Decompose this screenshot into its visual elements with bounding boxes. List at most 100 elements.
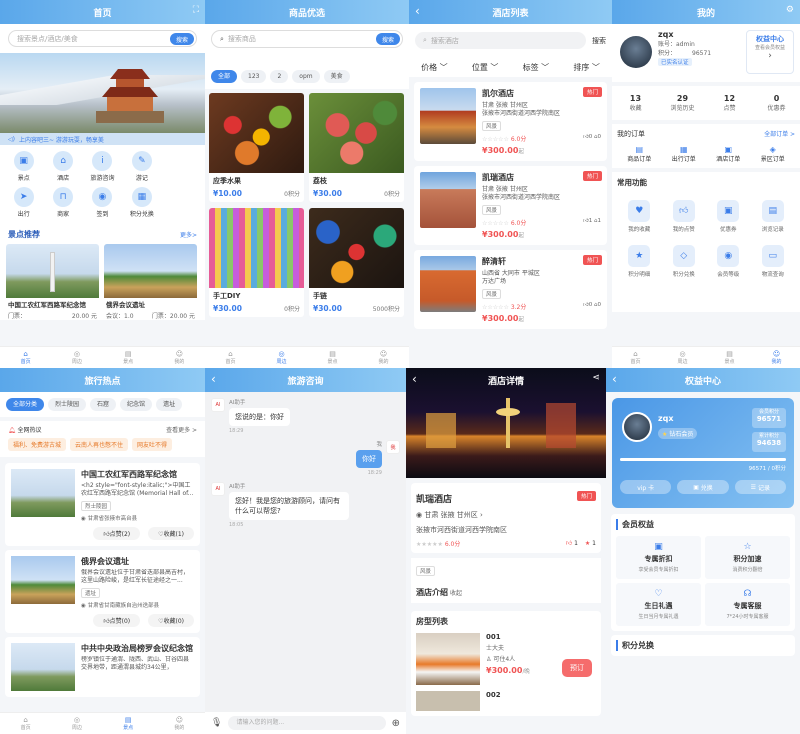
collapse-link[interactable]: 收起 xyxy=(450,590,462,597)
tab-home[interactable]: ⌂ 首页 xyxy=(0,713,51,734)
filter-tag[interactable]: 标签 ﹀ xyxy=(511,62,562,73)
filter-price[interactable]: 价格 ﹀ xyxy=(409,62,460,73)
tab-nearby[interactable]: ◎ 周边 xyxy=(51,713,102,734)
tab-spots[interactable]: ▤ 景点 xyxy=(103,347,154,368)
pill[interactable]: 遗址 xyxy=(156,398,183,411)
like-button[interactable]: 👍︎点赞(0) xyxy=(93,614,141,627)
hotel-card[interactable]: 凯尔酒店 甘肃 张掖 甘州区 张掖市河西街道河西学院南区 风景 ☆☆☆☆☆ 6.0… xyxy=(414,82,607,161)
function-item[interactable]: ◇ 积分兑换 xyxy=(662,245,707,278)
room-item[interactable]: 002 xyxy=(416,691,596,711)
tab-mine[interactable]: ☺ 我的 xyxy=(154,347,205,368)
tab-nearby[interactable]: ◎ 周边 xyxy=(256,347,307,368)
function-item[interactable]: ★ 积分明细 xyxy=(617,245,662,278)
avatar[interactable] xyxy=(620,36,652,68)
hotel-card[interactable]: 凯瑞酒店 甘肃 张掖 甘州区 张掖市河西街道河西学院南区 风景 ☆☆☆☆☆ 6.0… xyxy=(414,166,607,245)
tab-mine[interactable]: ☺ 我的 xyxy=(154,713,205,734)
function-item[interactable]: ▣ 优惠券 xyxy=(706,200,751,233)
product-card[interactable]: 荔枝 ¥30.00 0积分 xyxy=(309,93,404,202)
hot-tag[interactable]: 福利、免费游古城 xyxy=(8,438,67,451)
back-icon[interactable]: ‹ xyxy=(415,4,420,18)
pill-all[interactable]: 全部分类 xyxy=(6,398,45,411)
pill[interactable]: 美食 xyxy=(323,70,350,83)
favorite-button[interactable]: ♡收藏(0) xyxy=(148,614,194,627)
search-input[interactable]: ⌕ 搜索商品 搜索 xyxy=(211,30,403,48)
product-card[interactable]: 应季水果 ¥10.00 0积分 xyxy=(209,93,304,202)
order-type[interactable]: ▤ 商品订单 xyxy=(617,145,662,163)
feature-item[interactable]: ▣ 景点 xyxy=(4,151,43,182)
feature-item[interactable]: i 旅游咨询 xyxy=(83,151,122,182)
favorite-button[interactable]: ♡收藏(1) xyxy=(148,527,194,540)
vip-center-button[interactable]: 权益中心 查看会员权益 › xyxy=(746,30,794,74)
like-button[interactable]: 👍︎点赞(2) xyxy=(93,527,141,540)
home-banner[interactable] xyxy=(0,53,205,133)
function-item[interactable]: ▤ 浏览记录 xyxy=(751,200,796,233)
order-type[interactable]: ◈ 景区订单 xyxy=(751,145,796,163)
stat-item[interactable]: 13 收藏 xyxy=(612,94,659,112)
pill[interactable]: 烈士陵园 xyxy=(48,398,87,411)
pill[interactable]: opm xyxy=(292,70,320,83)
hot-tag[interactable]: 网友吐不得 xyxy=(132,438,173,451)
stat-item[interactable]: 12 点赞 xyxy=(706,94,753,112)
pill[interactable]: 石窟 xyxy=(90,398,117,411)
pill[interactable]: 纪念馆 xyxy=(120,398,153,411)
records-button[interactable]: ☰ 记录 xyxy=(734,480,786,494)
share-icon[interactable]: ⋖ xyxy=(592,373,600,383)
back-icon[interactable]: ‹ xyxy=(612,372,617,386)
benefit-item[interactable]: ♡ 生日礼遇 生日当月专属礼遇 xyxy=(616,583,701,626)
function-item[interactable]: ▭ 物流查询 xyxy=(751,245,796,278)
tab-home[interactable]: ⌂ 首页 xyxy=(205,347,256,368)
spot-card[interactable]: 中国工农红军西路军纪念馆 门票： 20.00 元 xyxy=(6,244,99,320)
spot-card[interactable]: 俄界会议遗址 会议：1.0 门票：20.00 元 xyxy=(104,244,197,320)
tab-mine[interactable]: ☺ 我的 xyxy=(358,347,409,368)
back-icon[interactable]: ‹ xyxy=(211,372,216,386)
feature-item[interactable]: ◉ 签到 xyxy=(83,187,122,218)
post-card[interactable]: 中国工农红军西路军纪念馆 <h2 style="font-style:itali… xyxy=(5,463,200,546)
pill[interactable]: 123 xyxy=(241,70,267,83)
search-button[interactable]: 搜索 xyxy=(375,33,400,45)
hotel-photo[interactable]: ‹ 酒店详情 ⋖ xyxy=(406,368,606,478)
filter-location[interactable]: 位置 ﹀ xyxy=(460,62,511,73)
book-button[interactable]: 预订 xyxy=(562,659,592,677)
stat-item[interactable]: 0 优惠券 xyxy=(753,94,800,112)
back-icon[interactable]: ‹ xyxy=(412,372,417,386)
chat-input[interactable]: 请输入您的问题... xyxy=(228,716,386,730)
feature-item[interactable]: ⊓ 商家 xyxy=(43,187,82,218)
tab-nearby[interactable]: ◎ 周边 xyxy=(51,347,102,368)
feature-item[interactable]: ⌂ 酒店 xyxy=(43,151,82,182)
benefit-item[interactable]: ▣ 专属折扣 享受会员专属折扣 xyxy=(616,536,701,579)
plus-icon[interactable]: ⊕ xyxy=(392,718,400,729)
pill-all[interactable]: 全部 xyxy=(211,70,238,83)
tab-home[interactable]: ⌂ 首页 xyxy=(0,347,51,368)
function-item[interactable]: ◉ 会员等级 xyxy=(706,245,751,278)
function-item[interactable]: ♥ 我的收藏 xyxy=(617,200,662,233)
search-button[interactable]: 搜索 xyxy=(169,33,194,45)
more-link[interactable]: 更多> xyxy=(180,230,197,239)
tab-mine[interactable]: ☺ 我的 xyxy=(753,347,800,368)
tab-spots[interactable]: ▤ 景点 xyxy=(307,347,358,368)
scan-icon[interactable]: ⛶ xyxy=(193,5,199,15)
all-orders-link[interactable]: 全部订单 > xyxy=(764,129,795,139)
feature-item[interactable]: ➤ 出行 xyxy=(4,187,43,218)
more-link[interactable]: 查看更多 > xyxy=(166,425,197,434)
gear-icon[interactable]: ⚙ xyxy=(786,5,794,15)
room-item[interactable]: 001 士大夫 ♙ 可住4人 ¥300.00/晚 预订 xyxy=(416,633,596,685)
search-input[interactable]: 搜索景点/酒店/美食 搜索 xyxy=(8,30,197,47)
benefit-item[interactable]: ☆ 积分加速 消费积分翻倍 xyxy=(705,536,790,579)
mic-icon[interactable]: 🎙︎ xyxy=(211,718,222,728)
product-card[interactable]: 手工DIY ¥30.00 0积分 xyxy=(209,208,304,317)
benefit-item[interactable]: ☊ 专属客服 7*24小时专属客服 xyxy=(705,583,790,626)
tab-spots[interactable]: ▤ 景点 xyxy=(103,713,154,734)
order-type[interactable]: ▦ 出行订单 xyxy=(662,145,707,163)
tab-home[interactable]: ⌂ 首页 xyxy=(612,347,659,368)
post-card[interactable]: 中共中央政治局榜罗会议纪念馆 榜罗镇位于通渭、陇西、武山、甘谷四县交界地带，距通… xyxy=(5,637,200,697)
exchange-button[interactable]: ▣ 兑换 xyxy=(677,480,729,494)
order-type[interactable]: ▣ 酒店订单 xyxy=(706,145,751,163)
filter-sort[interactable]: 排序 ﹀ xyxy=(561,62,612,73)
tab-spots[interactable]: ▤ 景点 xyxy=(706,347,753,368)
function-item[interactable]: 👍︎ 我的点赞 xyxy=(662,200,707,233)
hotel-card[interactable]: 醉清轩 山西省 大同市 平城区 万达广场 风景 ☆☆☆☆☆ 3.2分 👍︎0 ⌂0… xyxy=(414,250,607,329)
feature-item[interactable]: ✎ 游记 xyxy=(122,151,161,182)
search-input[interactable]: ⌕ 搜索酒店 xyxy=(415,32,586,49)
feature-item[interactable]: ▦ 积分兑换 xyxy=(122,187,161,218)
vip-card-button[interactable]: vip 卡 xyxy=(620,480,672,494)
